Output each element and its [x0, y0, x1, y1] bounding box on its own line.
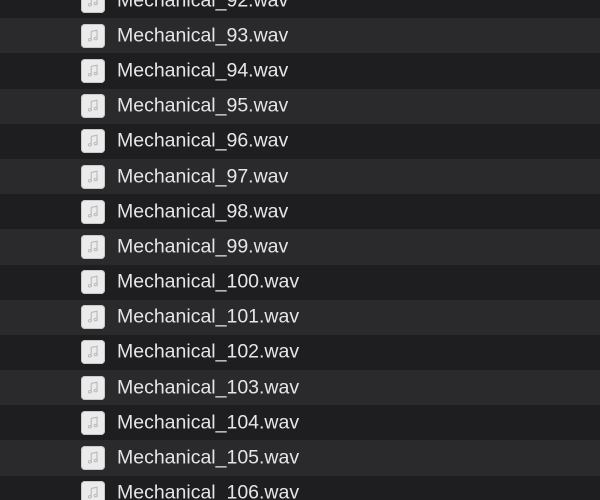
file-row[interactable]: Mechanical_104.wav [0, 405, 600, 441]
file-name: Mechanical_104.wav [117, 411, 300, 434]
file-row[interactable]: Mechanical_100.wav [0, 264, 600, 300]
file-row[interactable]: Mechanical_92.wav [0, 0, 600, 19]
audio-file-icon [81, 481, 105, 500]
file-row[interactable]: Mechanical_101.wav [0, 299, 600, 335]
file-name: Mechanical_93.wav [117, 24, 289, 47]
audio-file-icon [81, 199, 105, 224]
file-rows: Mechanical_92.wav Mechanical_93.wav Mech… [0, 0, 600, 500]
file-name: Mechanical_102.wav [117, 340, 300, 363]
audio-file-icon [81, 129, 105, 154]
file-row[interactable]: Mechanical_105.wav [0, 440, 600, 476]
audio-file-icon [81, 446, 105, 471]
file-name: Mechanical_96.wav [117, 129, 289, 152]
audio-file-icon [81, 164, 105, 189]
file-name: Mechanical_97.wav [117, 165, 289, 188]
file-row[interactable]: Mechanical_93.wav [0, 18, 600, 54]
file-name: Mechanical_98.wav [117, 200, 289, 223]
audio-file-icon [81, 375, 105, 400]
file-name: Mechanical_103.wav [117, 376, 300, 399]
audio-file-icon [81, 340, 105, 365]
file-row[interactable]: Mechanical_94.wav [0, 53, 600, 89]
file-row[interactable]: Mechanical_97.wav [0, 158, 600, 195]
file-row[interactable]: Mechanical_102.wav [0, 334, 600, 371]
audio-file-icon [81, 23, 105, 48]
file-name: Mechanical_95.wav [117, 94, 289, 117]
file-name: Mechanical_94.wav [117, 59, 289, 82]
file-name: Mechanical_100.wav [117, 270, 300, 293]
audio-file-icon [81, 410, 105, 435]
file-name: Mechanical_105.wav [117, 446, 300, 469]
file-row[interactable]: Mechanical_95.wav [0, 88, 600, 124]
audio-file-icon [81, 94, 105, 119]
audio-file-icon [81, 305, 105, 330]
file-row[interactable]: Mechanical_98.wav [0, 194, 600, 230]
audio-file-icon [81, 234, 105, 259]
file-name: Mechanical_92.wav [117, 0, 289, 12]
file-name: Mechanical_106.wav [117, 481, 300, 500]
file-row[interactable]: Mechanical_106.wav [0, 475, 600, 500]
file-row[interactable]: Mechanical_103.wav [0, 370, 600, 406]
audio-file-icon [81, 58, 105, 83]
file-row[interactable]: Mechanical_96.wav [0, 123, 600, 159]
file-name: Mechanical_99.wav [117, 235, 289, 258]
file-row[interactable]: Mechanical_99.wav [0, 229, 600, 265]
audio-file-icon [81, 270, 105, 295]
file-list: Mechanical_92.wav Mechanical_93.wav Mech… [0, 0, 600, 500]
audio-file-icon [81, 0, 105, 13]
file-name: Mechanical_101.wav [117, 305, 300, 328]
